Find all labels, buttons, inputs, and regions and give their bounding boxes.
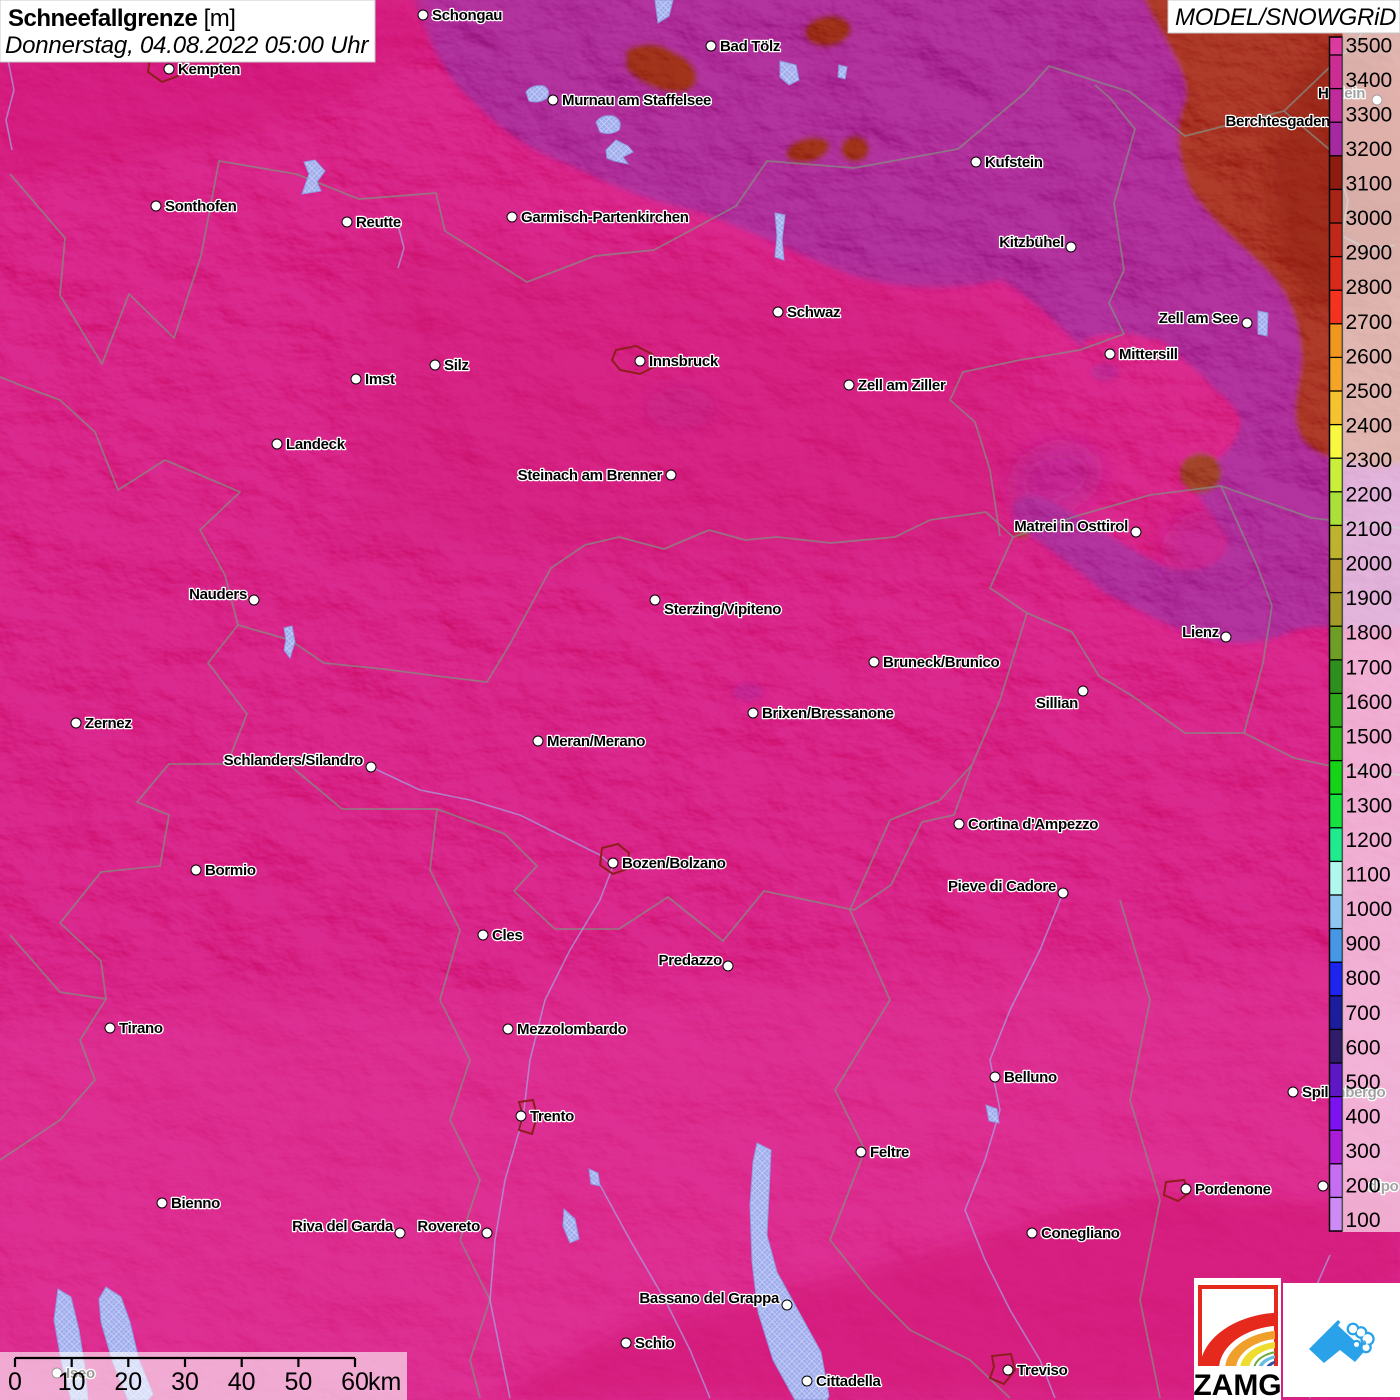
svg-text:Zell am Ziller: Zell am Ziller [858,377,946,394]
svg-text:Zernez: Zernez [85,715,132,732]
svg-text:Belluno: Belluno [1004,1069,1057,1086]
svg-text:ZAMG: ZAMG [1193,1369,1281,1400]
svg-text:100: 100 [1346,1209,1381,1232]
svg-text:Silz: Silz [444,357,469,374]
svg-text:Bozen/Bolzano: Bozen/Bolzano [622,855,726,872]
svg-text:Pieve di Cadore: Pieve di Cadore [948,878,1056,895]
svg-text:MODEL/SNOWGRiD: MODEL/SNOWGRiD [1175,4,1396,31]
svg-text:Reutte: Reutte [356,214,401,231]
svg-text:3200: 3200 [1346,138,1393,161]
svg-text:600: 600 [1346,1036,1381,1059]
svg-text:Pordenone: Pordenone [1195,1181,1271,1198]
svg-text:Kempten: Kempten [178,61,240,78]
svg-text:Innsbruck: Innsbruck [649,353,719,370]
svg-text:Bassano del Grappa: Bassano del Grappa [639,1290,780,1307]
svg-text:Mittersill: Mittersill [1119,346,1178,363]
svg-text:3500: 3500 [1346,34,1393,57]
svg-text:Schio: Schio [635,1335,674,1352]
svg-text:Steinach am Brenner: Steinach am Brenner [518,467,663,484]
svg-text:1700: 1700 [1346,656,1393,679]
svg-text:km: km [368,1368,401,1396]
svg-text:2000: 2000 [1346,553,1393,576]
svg-text:1800: 1800 [1346,622,1393,645]
svg-text:Kufstein: Kufstein [985,154,1043,171]
svg-text:2500: 2500 [1346,380,1393,403]
svg-text:Predazzo: Predazzo [659,952,723,969]
svg-text:Sillian: Sillian [1036,695,1078,712]
svg-text:3400: 3400 [1346,69,1393,92]
svg-text:1100: 1100 [1346,864,1391,887]
svg-text:2300: 2300 [1346,449,1393,472]
svg-text:0: 0 [8,1368,22,1396]
svg-text:Matrei in Osttirol: Matrei in Osttirol [1014,518,1128,535]
svg-text:Berchtesgaden: Berchtesgaden [1226,113,1331,130]
svg-text:200: 200 [1346,1175,1381,1198]
svg-text:Cittadella: Cittadella [816,1373,881,1390]
svg-text:1900: 1900 [1346,587,1393,610]
svg-text:Schwaz: Schwaz [787,304,840,321]
svg-text:Lienz: Lienz [1182,624,1219,641]
svg-text:Nauders: Nauders [189,586,247,603]
svg-text:400: 400 [1346,1106,1381,1129]
svg-text:1400: 1400 [1346,760,1393,783]
svg-text:1300: 1300 [1346,795,1393,818]
svg-text:2400: 2400 [1346,414,1393,437]
svg-text:Rovereto: Rovereto [417,1218,480,1235]
svg-text:Zell am See: Zell am See [1159,310,1238,327]
svg-text:30: 30 [171,1368,199,1396]
svg-text:Murnau am Staffelsee: Murnau am Staffelsee [562,92,711,109]
svg-text:Imst: Imst [365,371,395,388]
svg-text:Riva del Garda: Riva del Garda [292,1218,394,1235]
svg-text:Bad Tölz: Bad Tölz [720,38,780,55]
svg-text:Brixen/Bressanone: Brixen/Bressanone [762,705,894,722]
svg-text:3300: 3300 [1346,104,1393,127]
svg-text:Feltre: Feltre [870,1144,909,1161]
svg-text:1000: 1000 [1346,898,1393,921]
svg-text:2200: 2200 [1346,484,1393,507]
svg-text:Bruneck/Brunico: Bruneck/Brunico [883,654,999,671]
svg-text:60: 60 [341,1368,369,1396]
svg-text:Schongau: Schongau [432,7,502,24]
svg-text:2700: 2700 [1346,311,1393,334]
svg-text:1600: 1600 [1346,691,1393,714]
svg-text:3100: 3100 [1346,173,1393,196]
svg-text:Conegliano: Conegliano [1041,1225,1120,1242]
svg-text:Sonthofen: Sonthofen [165,198,237,215]
svg-text:Kitzbühel: Kitzbühel [999,234,1064,251]
svg-text:Meran/Merano: Meran/Merano [547,733,645,750]
svg-text:1200: 1200 [1346,829,1393,852]
svg-text:Cortina d'Ampezzo: Cortina d'Ampezzo [968,816,1098,833]
svg-text:Schlanders/Silandro: Schlanders/Silandro [224,752,363,769]
svg-text:Donnerstag, 04.08.2022 05:00 U: Donnerstag, 04.08.2022 05:00 Uhr [5,32,369,59]
svg-text:2100: 2100 [1346,518,1393,541]
svg-text:Landeck: Landeck [286,436,346,453]
svg-text:300: 300 [1346,1140,1381,1163]
svg-text:Bormio: Bormio [205,862,256,879]
svg-text:Trento: Trento [530,1108,574,1125]
svg-text:Garmisch-Partenkirchen: Garmisch-Partenkirchen [521,209,689,226]
svg-text:50: 50 [284,1368,312,1396]
svg-text:10: 10 [58,1368,86,1396]
svg-text:500: 500 [1346,1071,1381,1094]
svg-text:Sterzing/Vipiteno: Sterzing/Vipiteno [664,601,781,618]
svg-text:1500: 1500 [1346,725,1393,748]
svg-text:900: 900 [1346,933,1381,956]
svg-text:20: 20 [114,1368,142,1396]
svg-text:Bienno: Bienno [171,1195,220,1212]
svg-text:Treviso: Treviso [1017,1362,1068,1379]
svg-text:Cles: Cles [492,927,523,944]
svg-text:3000: 3000 [1346,207,1393,230]
svg-text:700: 700 [1346,1002,1381,1025]
svg-text:Mezzolombardo: Mezzolombardo [517,1021,627,1038]
svg-text:40: 40 [228,1368,256,1396]
svg-text:2800: 2800 [1346,276,1393,299]
svg-text:2600: 2600 [1346,345,1393,368]
svg-text:2900: 2900 [1346,242,1393,265]
svg-text:Tirano: Tirano [119,1020,163,1037]
svg-text:Schneefallgrenze [m]: Schneefallgrenze [m] [8,5,235,32]
svg-text:800: 800 [1346,967,1381,990]
